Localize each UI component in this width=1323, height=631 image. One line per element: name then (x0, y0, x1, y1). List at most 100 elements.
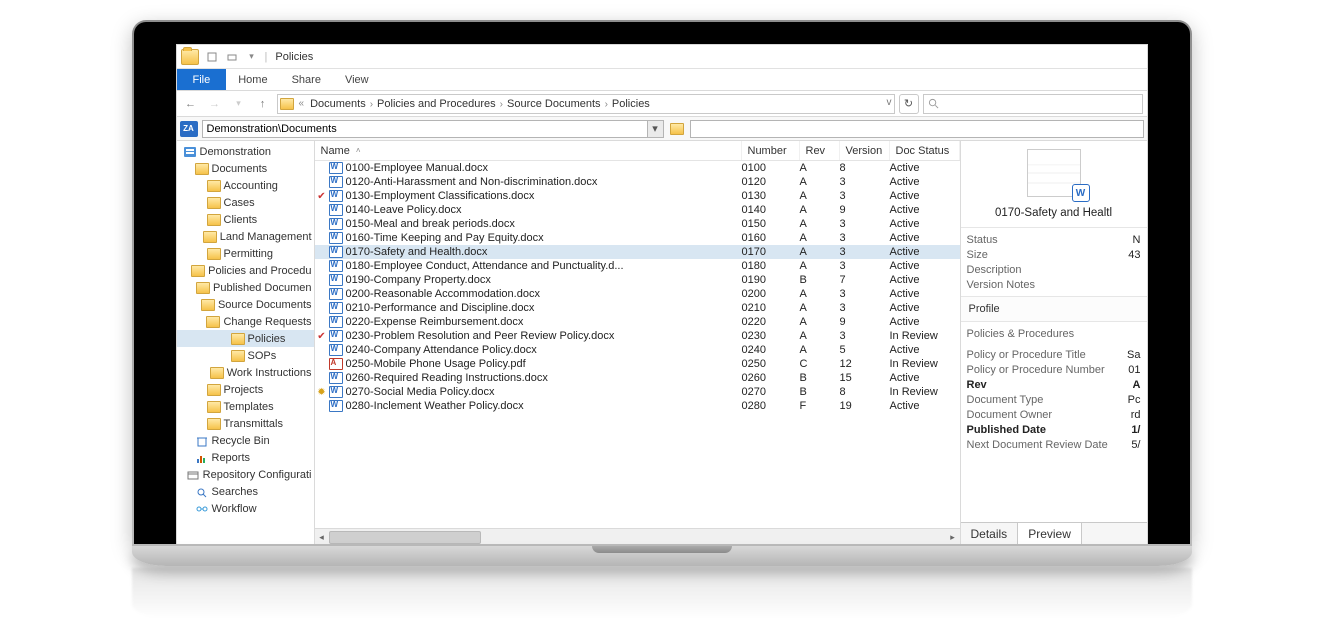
path-dropdown-icon[interactable]: ▾ (647, 121, 663, 137)
col-version[interactable]: Version (840, 141, 890, 160)
forward-button[interactable]: → (205, 94, 225, 114)
file-number: 0150 (742, 218, 800, 230)
tab-home[interactable]: Home (226, 69, 279, 90)
table-row[interactable]: 0140-Leave Policy.docx0140A9Active (315, 203, 960, 217)
workflow-icon (195, 503, 209, 515)
address-bar[interactable]: « Documents›Policies and Procedures›Sour… (277, 94, 895, 114)
tree-item[interactable]: Transmittals (177, 415, 314, 432)
table-row[interactable]: 0250-Mobile Phone Usage Policy.pdf0250C1… (315, 357, 960, 371)
file-version: 3 (840, 330, 890, 342)
tree-item[interactable]: Land Management (177, 228, 314, 245)
table-row[interactable]: 0190-Company Property.docx0190B7Active (315, 273, 960, 287)
tree-item[interactable]: Source Documents (177, 296, 314, 313)
tree-item[interactable]: Workflow (177, 500, 314, 517)
recent-dropdown-icon[interactable]: ▾ (229, 94, 249, 114)
table-row[interactable]: 0280-Inclement Weather Policy.docx0280F1… (315, 399, 960, 413)
file-rev: A (800, 190, 840, 202)
file-version: 12 (840, 358, 890, 370)
config-icon (186, 469, 200, 481)
folder-icon[interactable] (670, 123, 684, 135)
tree-item[interactable]: Reports (177, 449, 314, 466)
table-row[interactable]: ✔0130-Employment Classifications.docx013… (315, 189, 960, 203)
table-row[interactable]: 0240-Company Attendance Policy.docx0240A… (315, 343, 960, 357)
folder-icon (191, 265, 205, 277)
folder-tree[interactable]: DemonstrationDocumentsAccountingCasesCli… (177, 141, 315, 544)
table-row[interactable]: 0160-Time Keeping and Pay Equity.docx016… (315, 231, 960, 245)
preview-tabs: Details Preview (961, 522, 1147, 544)
tree-item[interactable]: Change Requests (177, 313, 314, 330)
col-name[interactable]: Name˄ (315, 141, 742, 160)
address-dropdown-icon[interactable]: v (887, 97, 892, 108)
table-row[interactable]: 0150-Meal and break periods.docx0150A3Ac… (315, 217, 960, 231)
tree-item[interactable]: Searches (177, 483, 314, 500)
tree-item[interactable]: Clients (177, 211, 314, 228)
col-rev[interactable]: Rev (800, 141, 840, 160)
tree-item[interactable]: Published Documen (177, 279, 314, 296)
tree-item[interactable]: Projects (177, 381, 314, 398)
folder-icon (207, 401, 221, 413)
qat-item[interactable] (205, 50, 219, 64)
tree-item[interactable]: Demonstration (177, 143, 314, 160)
profile-row: Policy or Procedure TitleSa (967, 347, 1141, 362)
file-name: 0200-Reasonable Accommodation.docx (346, 288, 742, 300)
breadcrumb-item[interactable]: Policies and Procedures (374, 98, 499, 110)
filter-input[interactable] (690, 120, 1144, 138)
up-button[interactable]: ↑ (253, 94, 273, 114)
tab-details[interactable]: Details (961, 523, 1018, 544)
path-input[interactable]: Demonstration\Documents ▾ (202, 120, 664, 138)
word-icon (329, 274, 343, 286)
tree-item[interactable]: Permitting (177, 245, 314, 262)
file-name: 0230-Problem Resolution and Peer Review … (346, 330, 742, 342)
horizontal-scrollbar[interactable]: ◂ ▸ (315, 528, 960, 544)
table-row[interactable]: 0210-Performance and Discipline.docx0210… (315, 301, 960, 315)
refresh-button[interactable]: ↻ (899, 94, 919, 114)
tab-file[interactable]: File (177, 69, 227, 90)
tree-item[interactable]: Policies (177, 330, 314, 347)
tree-item[interactable]: Repository Configurati (177, 466, 314, 483)
table-row[interactable]: 0260-Required Reading Instructions.docx0… (315, 371, 960, 385)
table-row[interactable]: 0120-Anti-Harassment and Non-discriminat… (315, 175, 960, 189)
word-icon (329, 204, 343, 216)
search-input[interactable] (923, 94, 1143, 114)
tab-view[interactable]: View (333, 69, 381, 90)
qat-dropdown-icon[interactable]: ▾ (245, 50, 259, 64)
table-row[interactable]: 0170-Safety and Health.docx0170A3Active (315, 245, 960, 259)
table-row[interactable]: 0100-Employee Manual.docx0100A8Active (315, 161, 960, 175)
tree-item[interactable]: Accounting (177, 177, 314, 194)
scroll-right-icon[interactable]: ▸ (946, 529, 960, 544)
back-button[interactable]: ← (181, 94, 201, 114)
tree-item[interactable]: Recycle Bin (177, 432, 314, 449)
table-row[interactable]: ✔0230-Problem Resolution and Peer Review… (315, 329, 960, 343)
qat-item[interactable] (225, 50, 239, 64)
tree-label: Work Instructions (227, 367, 312, 379)
col-status[interactable]: Doc Status (890, 141, 960, 160)
file-version: 19 (840, 400, 890, 412)
tab-share[interactable]: Share (280, 69, 333, 90)
preview-pane: W 0170-Safety and Healtl StatusNSize43De… (961, 141, 1147, 544)
tree-label: Policies (248, 333, 286, 345)
col-number[interactable]: Number (742, 141, 800, 160)
tree-item[interactable]: Policies and Procedu (177, 262, 314, 279)
tree-item[interactable]: Documents (177, 160, 314, 177)
table-row[interactable]: 0220-Expense Reimbursement.docx0220A9Act… (315, 315, 960, 329)
scroll-left-icon[interactable]: ◂ (315, 529, 329, 544)
tree-item[interactable]: SOPs (177, 347, 314, 364)
word-icon (329, 218, 343, 230)
title-bar: ▾ | Policies (177, 45, 1147, 69)
window-title: Policies (275, 51, 313, 63)
breadcrumb-item[interactable]: Documents (307, 98, 369, 110)
tree-item[interactable]: Templates (177, 398, 314, 415)
tree-item[interactable]: Work Instructions (177, 364, 314, 381)
breadcrumb-item[interactable]: Policies (609, 98, 653, 110)
tree-item[interactable]: Cases (177, 194, 314, 211)
table-row[interactable]: 0200-Reasonable Accommodation.docx0200A3… (315, 287, 960, 301)
file-version: 15 (840, 372, 890, 384)
breadcrumb-item[interactable]: Source Documents (504, 98, 604, 110)
word-icon (329, 176, 343, 188)
table-row[interactable]: 0180-Employee Conduct, Attendance and Pu… (315, 259, 960, 273)
tree-label: Recycle Bin (212, 435, 270, 447)
file-version: 3 (840, 246, 890, 258)
tab-preview[interactable]: Preview (1017, 522, 1082, 544)
file-name: 0150-Meal and break periods.docx (346, 218, 742, 230)
table-row[interactable]: ✹0270-Social Media Policy.docx0270B8In R… (315, 385, 960, 399)
